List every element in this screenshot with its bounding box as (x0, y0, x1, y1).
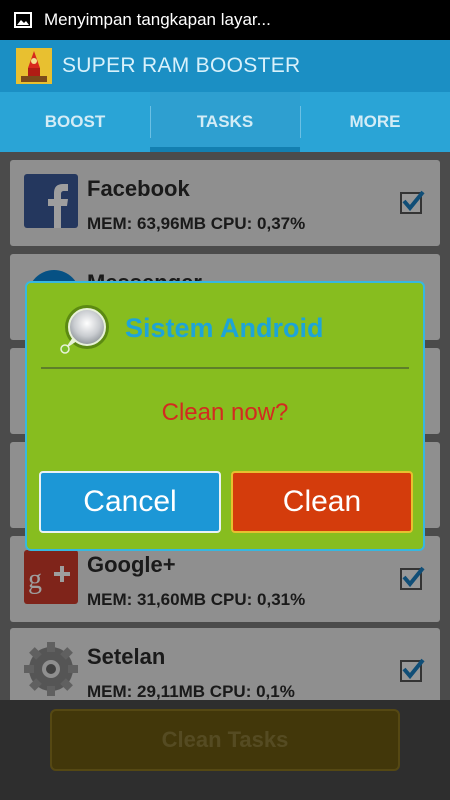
tab-label: BOOST (44, 112, 106, 131)
status-bar: Menyimpan tangkapan layar... (0, 0, 450, 40)
dialog-title: Sistem Android (125, 313, 324, 343)
tab-boost[interactable]: BOOST (0, 92, 150, 152)
cancel-button[interactable]: Cancel (39, 471, 221, 533)
dialog-message: Clean now? (161, 399, 289, 426)
app-title: SUPER RAM BOOSTER (62, 54, 301, 77)
image-notification-icon (14, 12, 32, 28)
tab-tasks[interactable]: TASKS (150, 92, 300, 152)
rocket-logo-icon (16, 48, 52, 84)
tab-label: TASKS (196, 112, 254, 131)
tab-divider (300, 106, 301, 138)
tab-divider (150, 106, 151, 138)
tab-label: MORE (349, 112, 401, 131)
app-bar: SUPER RAM BOOSTER (0, 40, 450, 92)
tab-bar: BOOST TASKS MORE (0, 92, 450, 152)
dialog-divider (41, 367, 409, 369)
cleaner-orb-icon (60, 305, 109, 354)
clean-button[interactable]: Clean (231, 471, 413, 533)
clean-dialog: Sistem Android Clean now? Cancel Clean (25, 281, 425, 551)
tab-more[interactable]: MORE (300, 92, 450, 152)
notification-text: Menyimpan tangkapan layar... (44, 10, 271, 29)
